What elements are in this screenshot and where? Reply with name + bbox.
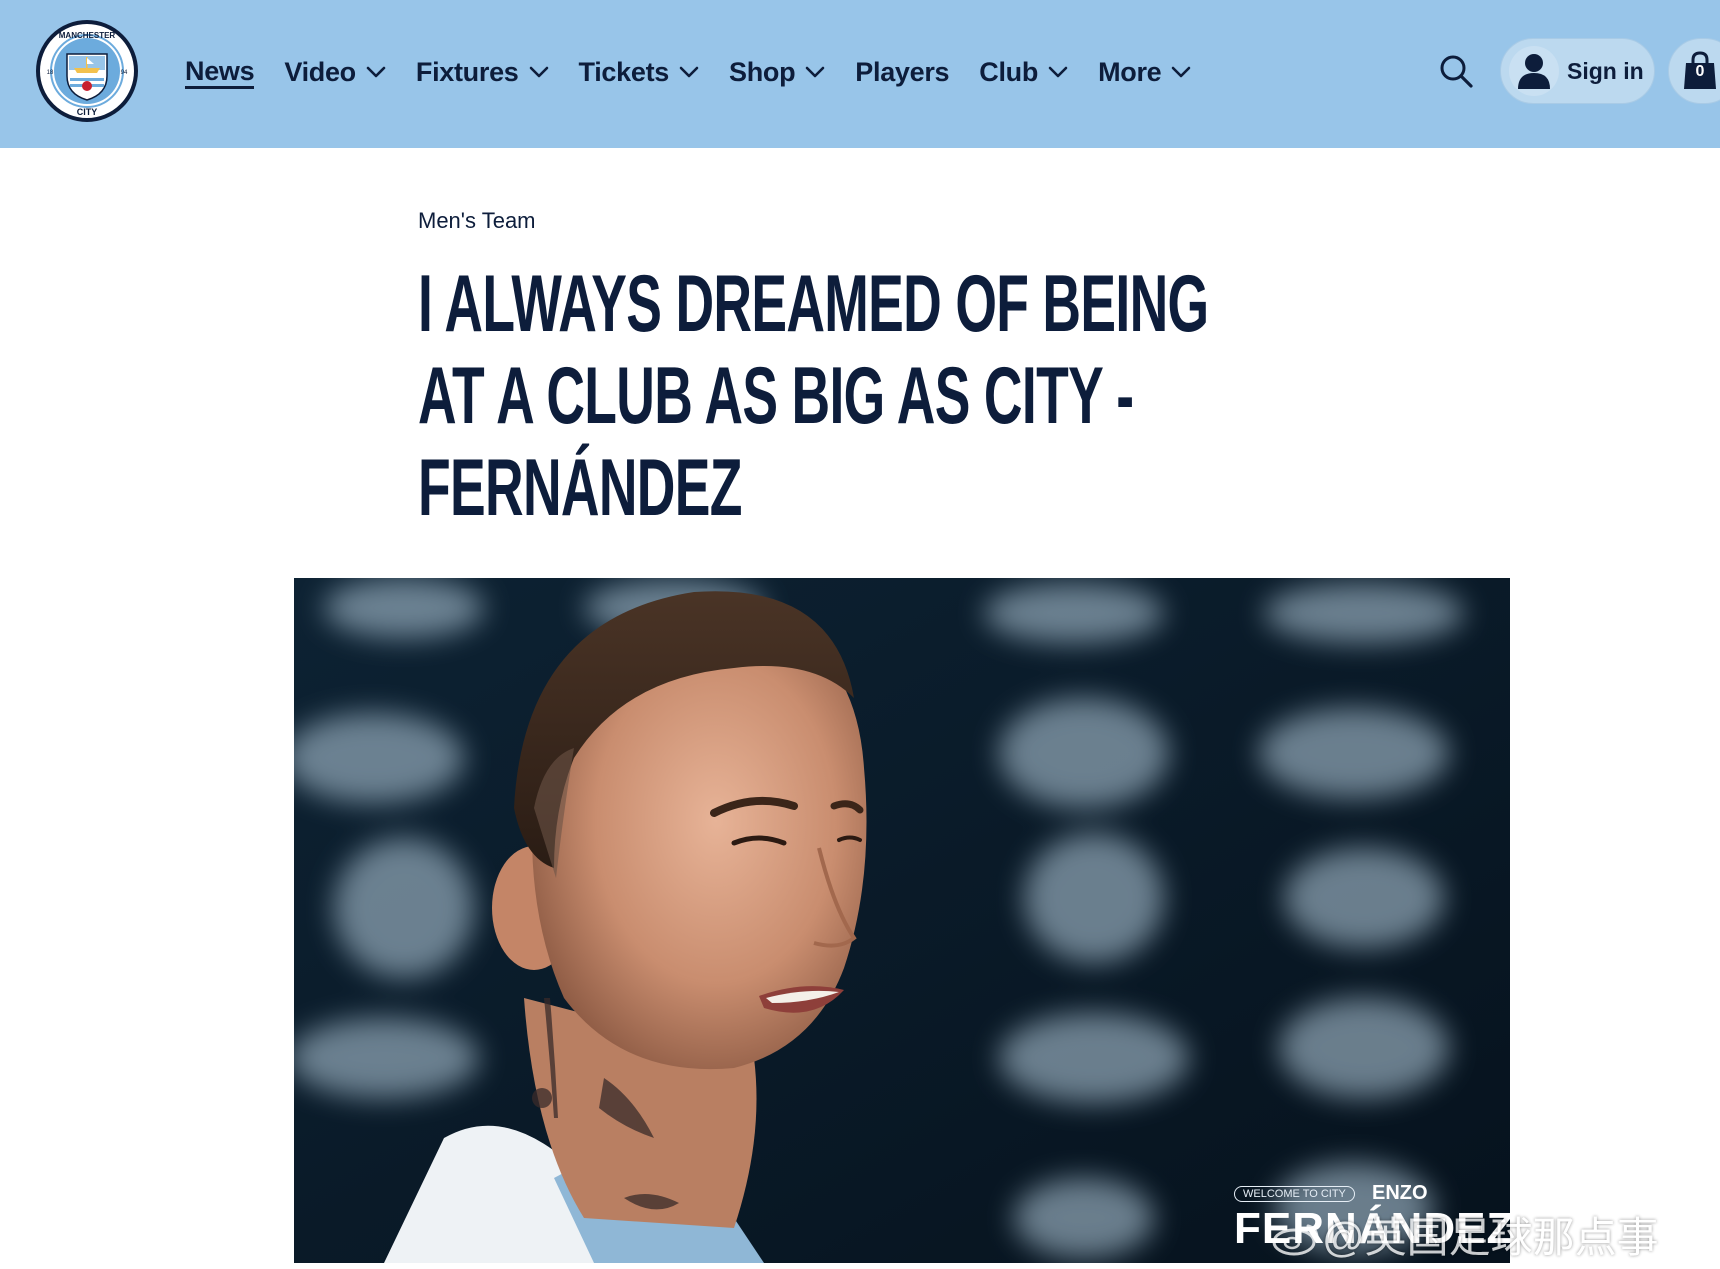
nav-item-video[interactable]: Video: [284, 55, 386, 89]
nav-item-players[interactable]: Players: [855, 55, 949, 89]
article-category[interactable]: Men's Team: [418, 208, 536, 234]
sign-in-label: Sign in: [1567, 57, 1644, 84]
chevron-down-icon: [1172, 66, 1191, 78]
nav-item-label: Shop: [728, 57, 796, 87]
chevron-down-icon: [679, 66, 699, 78]
search-icon[interactable]: [1438, 53, 1474, 89]
chevron-down-icon: [529, 66, 548, 78]
nav-item-more[interactable]: More: [1098, 55, 1191, 89]
headline-line: FERNÁNDEZ: [418, 443, 742, 533]
nav-item-label: Video: [284, 57, 356, 87]
nav-item-club[interactable]: Club: [979, 55, 1068, 89]
chevron-down-icon: [366, 66, 386, 78]
weibo-icon: [1272, 1224, 1319, 1256]
social-watermark: @英国足球那点事: [1272, 1204, 1659, 1265]
main-navigation: News Video Fixtures Tickets Shop Players…: [185, 50, 1221, 94]
crest-ring-text-bottom: CITY: [77, 107, 98, 117]
sign-in-button[interactable]: Sign in: [1500, 38, 1655, 104]
nav-item-label: Club: [979, 57, 1039, 87]
nav-item-label: Players: [855, 57, 950, 87]
shopping-bag-button[interactable]: 0: [1668, 38, 1720, 104]
nav-item-label: Tickets: [578, 57, 670, 87]
headline-line: AT A CLUB AS BIG AS CITY -: [418, 351, 1134, 441]
nav-item-label: News: [185, 56, 255, 89]
watermark-text: @英国足球那点事: [1322, 1214, 1659, 1261]
nav-item-news[interactable]: News: [185, 56, 255, 89]
nav-item-shop[interactable]: Shop: [729, 55, 825, 89]
nav-item-label: Fixtures: [415, 57, 519, 87]
chevron-down-icon: [805, 66, 825, 78]
chevron-down-icon: [1048, 66, 1068, 78]
hero-image: WELCOME TO CITY ENZO FERNÁNDEZ: [294, 578, 1510, 1263]
site-header: MANCHESTER CITY 18 94 News Video Fixture…: [0, 0, 1720, 148]
crest-year-right: 94: [121, 70, 128, 76]
club-crest-logo[interactable]: MANCHESTER CITY 18 94: [36, 20, 138, 122]
nav-item-fixtures[interactable]: Fixtures: [416, 55, 549, 89]
headline-line: I ALWAYS DREAMED OF BEING: [418, 259, 1209, 349]
crest-year-left: 18: [47, 70, 54, 76]
nav-item-tickets[interactable]: Tickets: [579, 55, 699, 89]
crest-ring-text-top: MANCHESTER: [59, 31, 116, 40]
hero-overlay-welcome: WELCOME TO CITY: [1234, 1186, 1355, 1202]
hero-overlay-first-name: ENZO: [1372, 1182, 1428, 1204]
cart-count-badge: 0: [1695, 63, 1705, 80]
user-icon: [1509, 46, 1559, 96]
player-portrait-image: [294, 578, 1510, 1263]
article-headline: I ALWAYS DREAMED OF BEING AT A CLUB AS B…: [418, 258, 1236, 534]
nav-item-label: More: [1098, 57, 1162, 87]
